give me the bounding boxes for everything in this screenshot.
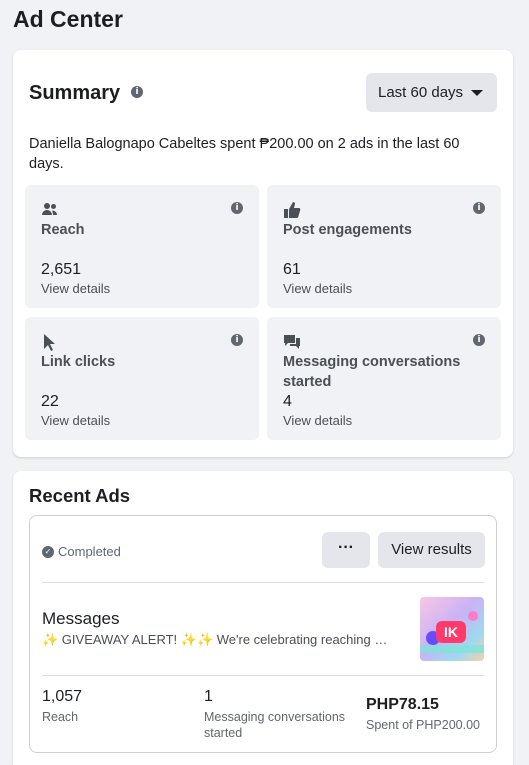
- info-icon[interactable]: i: [473, 334, 485, 346]
- summary-description: Daniella Balognapo Cabeltes spent ₱200.0…: [29, 136, 460, 172]
- thumbnail-wave: [420, 645, 484, 653]
- link-clicks-tile: i Link clicks 22 View details: [25, 317, 259, 440]
- cursor-icon: [44, 334, 55, 351]
- stat-value: 1: [204, 688, 213, 705]
- stat-label: Reach: [42, 710, 79, 724]
- check-circle-icon: ✓: [42, 545, 54, 558]
- sparkle-icon: ✨✨: [180, 632, 214, 647]
- sparkle-icon: ✨: [42, 632, 59, 647]
- stat-label: Messaging conversations started: [204, 710, 346, 740]
- info-icon[interactable]: i: [131, 86, 143, 98]
- divider: [42, 675, 484, 676]
- tile-label: Link clicks: [41, 354, 116, 370]
- post-engagements-tile: i Post engagements 61 View details: [267, 185, 501, 308]
- thumbnail-blob: [468, 611, 478, 621]
- stat-value: PHP78.15: [366, 696, 439, 713]
- tile-label: Messaging conversations started: [283, 354, 461, 390]
- people-icon: [42, 203, 57, 215]
- ad-name[interactable]: Messages: [42, 609, 119, 629]
- ad-text: ✨ GIVEAWAY ALERT! ✨✨ We're celebrating r…: [42, 632, 394, 648]
- caret-down-icon: [471, 90, 483, 96]
- date-range-dropdown[interactable]: Last 60 days: [366, 73, 497, 112]
- view-details-link[interactable]: View details: [283, 281, 352, 296]
- more-options-button[interactable]: ···: [322, 532, 370, 568]
- ad-spend-stat: PHP78.15 Spent of PHP200.00: [366, 696, 480, 733]
- recent-ads-title: Recent Ads: [29, 485, 131, 506]
- ad-reach-stat: 1,057 Reach: [42, 688, 82, 725]
- tile-value: 2,651: [41, 261, 82, 278]
- ad-item: ✓ Completed ··· View results Messages ✨ …: [29, 515, 497, 753]
- tile-value: 4: [283, 393, 292, 410]
- ad-text-tail: We're celebrating reaching ou...: [213, 632, 394, 647]
- status-label: Completed: [58, 544, 121, 559]
- thumbs-up-icon: [284, 202, 301, 218]
- tile-label: Post engagements: [283, 222, 412, 238]
- tile-value: 61: [283, 261, 301, 278]
- ad-thumbnail[interactable]: IK: [420, 597, 484, 661]
- status-badge: ✓ Completed: [42, 544, 121, 559]
- info-icon[interactable]: i: [231, 334, 243, 346]
- info-icon[interactable]: i: [231, 202, 243, 214]
- summary-title: Summary: [29, 82, 121, 104]
- ad-messaging-stat: 1 Messaging conversations started: [204, 688, 354, 741]
- stat-label: Spent of PHP200.00: [366, 718, 480, 732]
- thumbnail-logo: IK: [436, 621, 466, 643]
- view-details-link[interactable]: View details: [41, 281, 110, 296]
- tile-label: Reach: [41, 222, 85, 238]
- stat-value: 1,057: [42, 688, 83, 705]
- info-icon[interactable]: i: [473, 202, 485, 214]
- divider: [42, 582, 484, 583]
- reach-tile: i Reach 2,651 View details: [25, 185, 259, 308]
- view-results-button[interactable]: View results: [378, 532, 485, 568]
- view-details-link[interactable]: View details: [41, 413, 110, 428]
- summary-card: Summary i Last 60 days Daniella Balognap…: [13, 50, 513, 457]
- ad-text-main: GIVEAWAY ALERT!: [58, 632, 181, 647]
- messaging-conversations-tile: i Messaging conversations started 4 View…: [267, 317, 501, 440]
- page-title: Ad Center: [13, 6, 123, 32]
- chat-icon: [284, 335, 300, 349]
- recent-ads-card: Recent Ads ✓ Completed ··· View results …: [13, 471, 513, 765]
- date-range-label: Last 60 days: [378, 84, 464, 101]
- view-details-link[interactable]: View details: [283, 413, 352, 428]
- tile-value: 22: [41, 393, 59, 410]
